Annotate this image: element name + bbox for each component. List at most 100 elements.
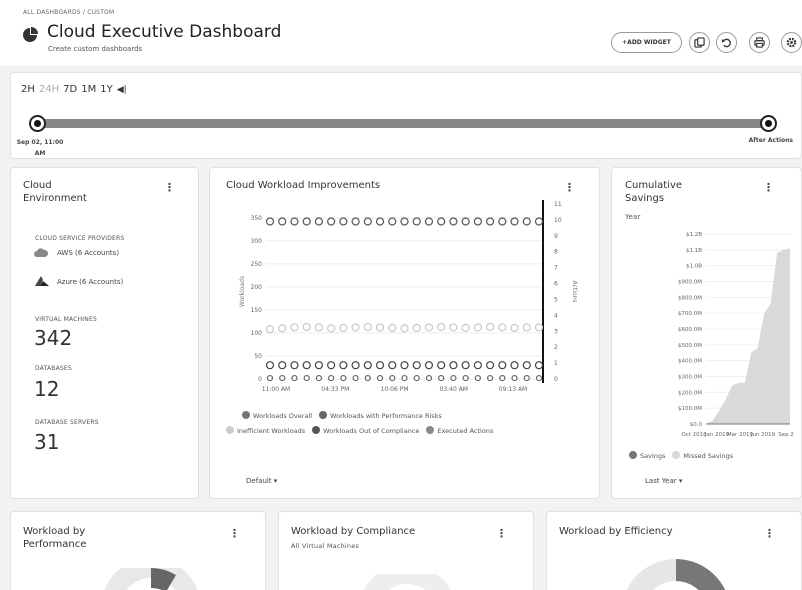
performance-donut[interactable] — [91, 568, 211, 590]
x-tick-label: Jan 2019 — [704, 432, 730, 438]
legend-swatch — [242, 411, 250, 419]
y-tick-label: 50 — [254, 353, 262, 360]
timeline-end-handle[interactable] — [760, 115, 777, 132]
data-point — [339, 323, 348, 332]
providers-label: CLOUD SERVICE PROVIDERS — [35, 235, 125, 242]
azure-provider[interactable]: Azure (6 Accounts) — [35, 276, 123, 287]
range-1m[interactable]: 1M — [81, 84, 96, 95]
widget-menu-button[interactable]: ⋮ — [229, 527, 240, 540]
widget-title: Workload by Efficiency — [559, 526, 673, 537]
data-point — [437, 217, 446, 226]
x-tick-label: 11:00 AM — [262, 386, 290, 393]
vm-label: VIRTUAL MACHINES — [35, 316, 97, 323]
add-widget-button[interactable]: +ADD WIDGET — [611, 32, 682, 53]
widget-menu-button[interactable]: ⋮ — [164, 181, 175, 194]
data-point — [450, 374, 457, 382]
range-1y[interactable]: 1Y — [100, 84, 112, 95]
workload-improvements-chart[interactable]: 0 50 100 150 200 250 300 350 0 1 2 3 4 5 6 7 8 9 10 11 11:00… — [210, 168, 601, 408]
data-point — [352, 374, 359, 382]
widget-menu-button[interactable]: ⋮ — [764, 527, 775, 540]
legend-out-of-compliance[interactable]: Workloads Out of Compliance — [312, 426, 419, 435]
legend-swatch — [319, 411, 328, 419]
data-point — [424, 361, 434, 370]
compliance-donut[interactable] — [347, 574, 467, 590]
efficiency-donut[interactable] — [611, 552, 741, 590]
data-point — [278, 361, 287, 370]
breadcrumb[interactable]: ALL DASHBOARDS / CUSTOM — [23, 9, 114, 16]
legend-savings[interactable]: Savings — [629, 451, 665, 460]
data-point — [498, 217, 507, 226]
data-point — [315, 374, 323, 382]
legend-label: Savings — [640, 452, 666, 460]
savings-legend: Savings Missed Savings — [629, 451, 733, 460]
data-point — [388, 323, 397, 332]
cumulative-savings-chart[interactable]: $0.0 $100.0M $200.0M $300.0M $400.0M $500.0M $… — [612, 168, 802, 448]
azure-icon — [35, 276, 49, 286]
x-tick-label: Mar 2019 — [727, 432, 754, 438]
data-point — [351, 217, 360, 226]
timeline-start-handle[interactable] — [29, 115, 46, 132]
x-tick-label: 04:33 PM — [321, 386, 349, 393]
timeline-start-date: Sep 02, 11:00 — [16, 139, 64, 146]
data-point — [400, 361, 409, 370]
data-point — [474, 374, 481, 382]
legend-missed-savings[interactable]: Missed Savings — [672, 451, 733, 460]
print-button[interactable] — [749, 32, 770, 53]
copy-button[interactable] — [689, 32, 710, 53]
y-tick-label: 0 — [258, 376, 262, 383]
y-tick-label: 250 — [251, 261, 263, 268]
legend-swatch — [672, 451, 681, 459]
workload-by-efficiency-widget: Workload by Efficiency ⋮ — [546, 511, 802, 590]
data-point — [498, 323, 507, 332]
y-right-tick-label: 8 — [554, 249, 558, 256]
data-point — [462, 374, 469, 382]
legend-inefficient[interactable]: Inefficient Workloads — [226, 426, 305, 435]
data-point — [424, 323, 434, 332]
x-tick-label: Sep 2 — [778, 432, 794, 438]
legend-executed-actions[interactable]: Executed Actions — [426, 426, 493, 435]
range-24h[interactable]: 24H — [39, 84, 59, 95]
data-point — [522, 217, 531, 226]
legend-performance-risks[interactable]: Workloads with Performance Risks — [319, 411, 442, 420]
y-right-tick-label: 1 — [554, 360, 558, 367]
y-tick-label: $0.0 — [690, 422, 703, 428]
data-point — [265, 361, 275, 370]
data-point — [388, 217, 397, 226]
y-right-tick-label: 10 — [554, 217, 562, 224]
data-point — [461, 361, 470, 370]
aws-provider[interactable]: AWS (6 Accounts) — [33, 248, 119, 258]
legend-label: Workloads Out of Compliance — [323, 427, 420, 435]
db-count[interactable]: 12 — [34, 377, 59, 401]
range-2h[interactable]: 2H — [21, 84, 35, 95]
data-point — [510, 217, 519, 226]
widget-title: Workload by Performance — [23, 525, 86, 551]
y-right-tick-label: 5 — [554, 296, 558, 303]
data-point — [401, 374, 408, 382]
period-dropdown[interactable]: Last Year ▾ — [645, 477, 682, 485]
legend-swatch — [426, 426, 435, 434]
default-dropdown[interactable]: Default ▾ — [246, 477, 277, 485]
undo-button[interactable] — [716, 32, 737, 53]
settings-button[interactable] — [781, 32, 802, 53]
data-point — [473, 217, 482, 226]
widget-title-line1: Cloud — [23, 180, 52, 191]
data-point — [376, 374, 384, 382]
timeline-track[interactable] — [37, 119, 769, 128]
widget-subtitle: All Virtual Machines — [291, 542, 360, 550]
data-point — [327, 324, 336, 333]
data-point — [511, 374, 518, 382]
data-point — [266, 374, 274, 382]
legend-workloads-overall[interactable]: Workloads Overall — [242, 411, 312, 420]
db-servers-count[interactable]: 31 — [34, 430, 59, 454]
data-point — [400, 324, 409, 333]
data-point — [400, 217, 409, 226]
widget-menu-button[interactable]: ⋮ — [496, 527, 507, 540]
range-7d[interactable]: 7D — [63, 84, 77, 95]
data-point — [461, 323, 470, 332]
data-point — [314, 323, 324, 332]
data-point — [498, 361, 507, 370]
data-point — [340, 374, 347, 382]
y-right-tick-label: 6 — [554, 281, 558, 288]
vm-count[interactable]: 342 — [34, 326, 72, 350]
playback-icon[interactable]: ◀| — [117, 85, 127, 95]
